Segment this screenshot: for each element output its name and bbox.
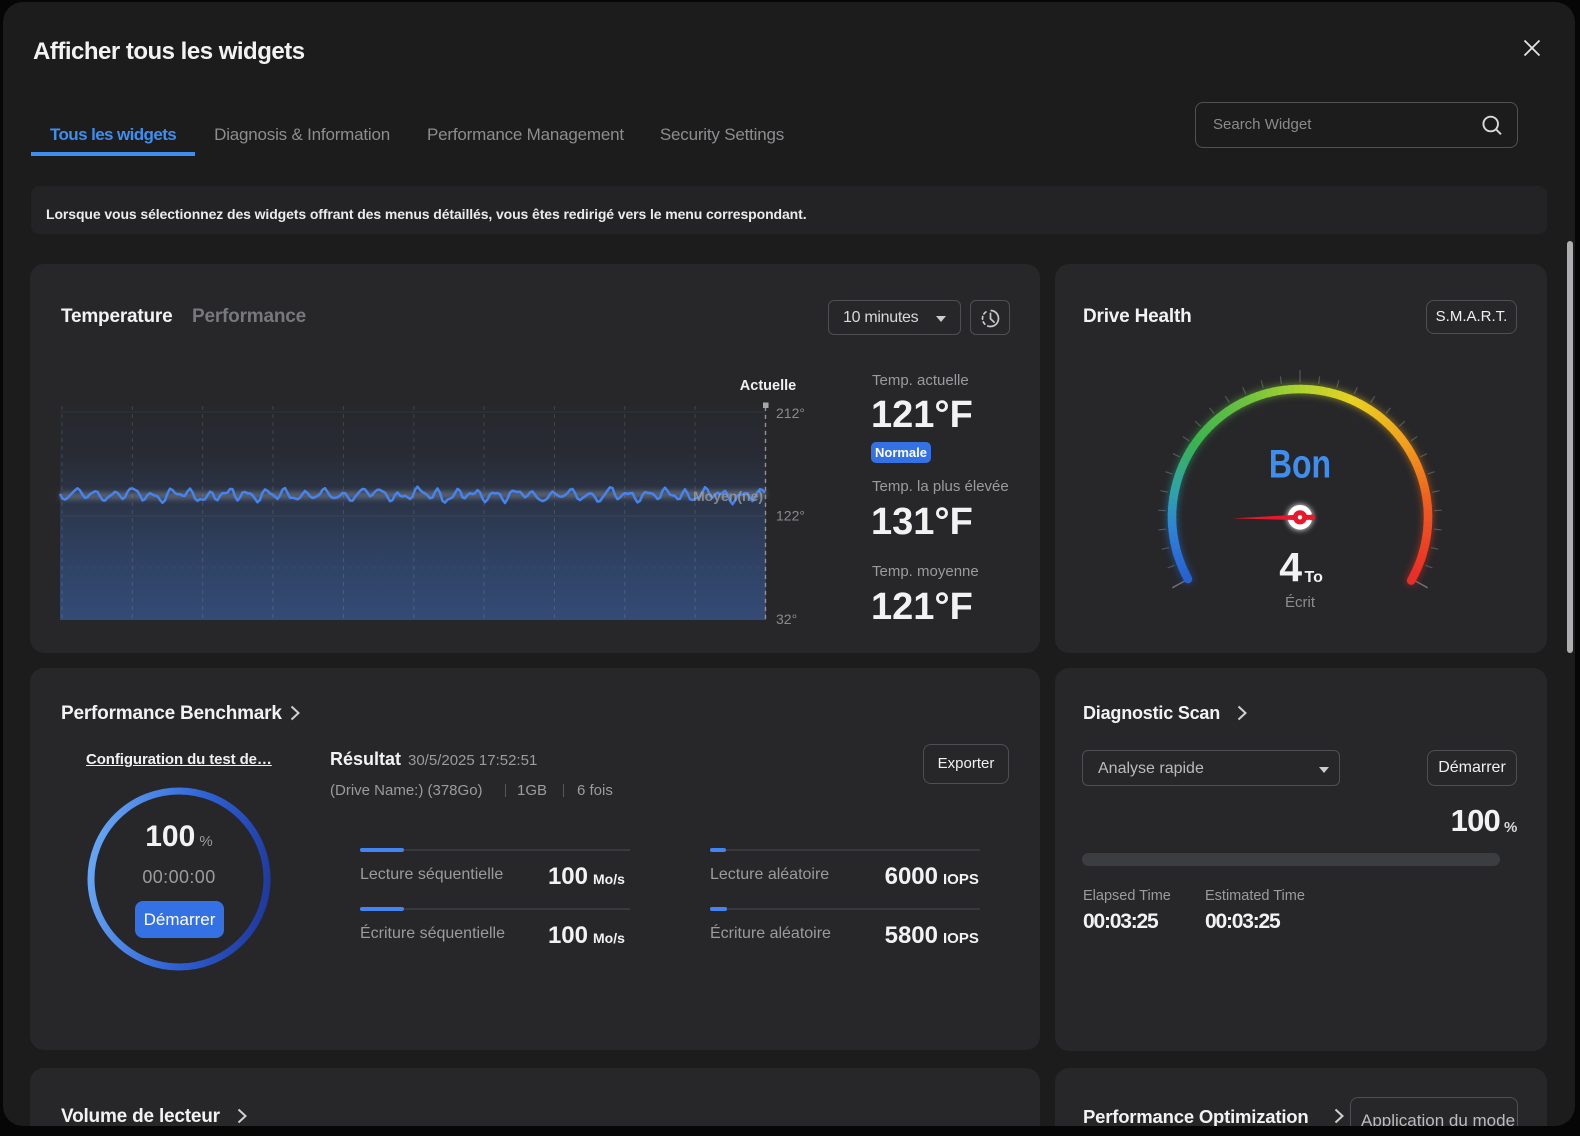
svg-text:To: To	[1305, 569, 1324, 586]
svg-text:Actuelle: Actuelle	[740, 378, 796, 394]
svg-text:Moyen(ne): Moyen(ne)	[693, 488, 763, 504]
svg-text:Écrit: Écrit	[1285, 594, 1316, 611]
svg-text:122°: 122°	[776, 508, 805, 524]
svg-text:32°: 32°	[776, 611, 797, 627]
svg-text:Bon: Bon	[1269, 441, 1331, 486]
svg-text:212°: 212°	[776, 405, 805, 421]
svg-text:4: 4	[1279, 544, 1302, 590]
